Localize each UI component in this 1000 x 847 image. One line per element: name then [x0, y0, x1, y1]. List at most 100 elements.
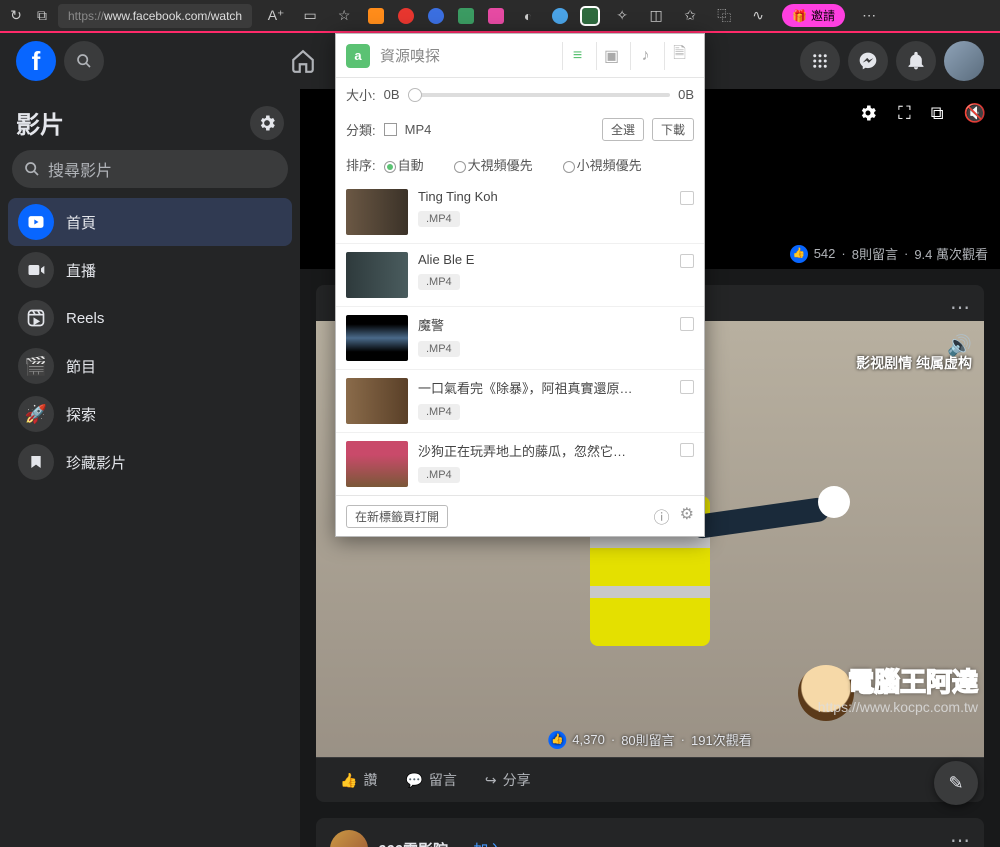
item-checkbox[interactable]: [680, 191, 694, 205]
invite-button[interactable]: 🎁邀請: [782, 4, 845, 27]
volume-icon[interactable]: 🔇: [964, 103, 986, 124]
thumbnail: [346, 441, 408, 487]
item-checkbox[interactable]: [680, 380, 694, 394]
info-icon[interactable]: ⓘ: [654, 504, 670, 528]
sort-small-radio[interactable]: 小視頻優先: [563, 155, 642, 174]
mp4-checkbox[interactable]: [384, 123, 397, 136]
video-post: ⋯ 666電影院 · 加入: [316, 818, 984, 847]
select-all-button[interactable]: 全選: [602, 118, 644, 141]
post-menu-icon[interactable]: ⋯: [950, 828, 970, 847]
reels-icon: [18, 300, 54, 336]
reader-icon[interactable]: A⁺: [266, 1, 286, 31]
sort-auto-radio[interactable]: 自動: [384, 155, 424, 174]
favorites-icon[interactable]: ✩: [680, 1, 700, 31]
facebook-logo[interactable]: f: [16, 41, 56, 81]
item-title: Alie Ble E: [418, 252, 638, 267]
notifications-icon[interactable]: [896, 41, 936, 81]
site-info-icon[interactable]: ⧉: [32, 1, 52, 31]
download-button[interactable]: 下載: [652, 118, 694, 141]
sidebar-item-label: Reels: [66, 310, 104, 327]
like-button[interactable]: 👍 讚: [328, 764, 389, 796]
size-slider[interactable]: [408, 93, 671, 97]
ext-orange-icon[interactable]: [368, 8, 384, 24]
sidebar-item-reels[interactable]: Reels: [8, 294, 292, 342]
extension-icons: A⁺ ▭ ☆ ◐ ✧ ◫ ✩ ⿻ ∿ 🎁邀請 ⋯: [266, 1, 994, 31]
sidebar-item-shows[interactable]: 🎬 節目: [8, 342, 292, 390]
post-menu-icon[interactable]: ⋯: [950, 295, 970, 320]
like-badge-icon: 👍: [790, 245, 808, 263]
item-checkbox[interactable]: [680, 443, 694, 457]
ext-blue-icon[interactable]: [428, 8, 444, 24]
tab-doc[interactable]: 🗎: [664, 42, 694, 70]
tab-video[interactable]: ▣: [596, 42, 626, 70]
sidebar-title: 影片: [16, 105, 64, 140]
reload-icon[interactable]: ↻: [6, 1, 26, 31]
collections-icon[interactable]: ⿻: [714, 1, 734, 31]
item-title: 一口氣看完《除暴》，阿祖真實還原湖...: [418, 378, 638, 397]
list-item[interactable]: Alie Ble E.MP4: [336, 244, 704, 307]
settings-icon[interactable]: [250, 106, 284, 140]
ext-red-icon[interactable]: [398, 8, 414, 24]
video-settings-icon[interactable]: [858, 103, 878, 124]
post-stats: 👍 4,370 · 80則留言 · 191次觀看: [548, 730, 751, 749]
list-item[interactable]: Ting Ting Koh.MP4: [336, 181, 704, 244]
url-protocol: https://: [68, 9, 104, 23]
tab-all[interactable]: ≡: [562, 42, 592, 70]
list-item[interactable]: 一口氣看完《除暴》，阿祖真實還原湖....MP4: [336, 370, 704, 433]
page-avatar[interactable]: [330, 830, 368, 847]
sort-big-radio[interactable]: 大視頻優先: [454, 155, 533, 174]
address-bar[interactable]: https://www.facebook.com/watch: [58, 4, 252, 28]
share-button[interactable]: ↪ 分享: [473, 764, 543, 796]
join-link[interactable]: 加入: [473, 839, 503, 847]
size-min: 0B: [384, 87, 400, 102]
sidebar-item-live[interactable]: 直播: [8, 246, 292, 294]
messenger-icon[interactable]: [848, 41, 888, 81]
pip-icon[interactable]: ⧉: [931, 103, 944, 124]
list-item[interactable]: 沙狗正在玩弄地上的藤瓜，忽然它察覺....MP4: [336, 433, 704, 495]
ext-pink-icon[interactable]: [488, 8, 504, 24]
thumbnail: [346, 378, 408, 424]
item-title: 魔警: [418, 315, 638, 334]
hd-icon[interactable]: ▭: [300, 1, 320, 31]
star-icon[interactable]: ☆: [334, 1, 354, 31]
profile-avatar[interactable]: [944, 41, 984, 81]
sidebar-item-label: 首頁: [66, 212, 96, 233]
ext-gray-icon[interactable]: ◐: [518, 1, 538, 31]
video-home-icon: [18, 204, 54, 240]
thumbnail: [346, 252, 408, 298]
search-placeholder: 搜尋影片: [48, 157, 112, 181]
home-icon[interactable]: [290, 48, 316, 74]
sidebar-item-saved[interactable]: 珍藏影片: [8, 438, 292, 486]
more-icon[interactable]: ⋯: [859, 1, 879, 31]
open-new-tab-button[interactable]: 在新標籤頁打開: [346, 505, 448, 528]
page-name[interactable]: 666電影院: [378, 839, 448, 847]
sidebar-icon[interactable]: ◫: [646, 1, 666, 31]
sidebar-item-home[interactable]: 首頁: [8, 198, 292, 246]
item-checkbox[interactable]: [680, 317, 694, 331]
thumbnail: [346, 189, 408, 235]
comment-button[interactable]: 💬 留言: [393, 764, 468, 796]
ext-settings-icon[interactable]: ⚙: [680, 504, 694, 528]
sidebar-search[interactable]: 搜尋影片: [12, 150, 288, 188]
performance-icon[interactable]: ∿: [748, 1, 768, 31]
list-item[interactable]: 魔警.MP4: [336, 307, 704, 370]
compose-fab[interactable]: ✎: [934, 761, 978, 805]
fb-search-button[interactable]: [64, 41, 104, 81]
sidebar-item-label: 探索: [66, 404, 96, 425]
thumbnail: [346, 315, 408, 361]
shows-icon: 🎬: [18, 348, 54, 384]
post-actions: 👍 讚 💬 留言 ↪ 分享: [316, 757, 984, 802]
tab-audio[interactable]: ♪: [630, 42, 660, 70]
ext-lightblue-icon[interactable]: [552, 8, 568, 24]
ext-green-icon[interactable]: [458, 8, 474, 24]
extensions-icon[interactable]: ✧: [612, 1, 632, 31]
mp4-label: MP4: [405, 122, 432, 137]
item-checkbox[interactable]: [680, 254, 694, 268]
ext-downloader-icon[interactable]: [582, 8, 598, 24]
fullscreen-icon[interactable]: ⛶: [898, 103, 911, 124]
menu-grid-icon[interactable]: [800, 41, 840, 81]
sidebar-item-explore[interactable]: 🚀 探索: [8, 390, 292, 438]
volume-icon[interactable]: 🔊: [947, 333, 972, 358]
ext-title: 資源嗅探: [380, 45, 440, 66]
like-badge-icon: 👍: [548, 731, 566, 749]
